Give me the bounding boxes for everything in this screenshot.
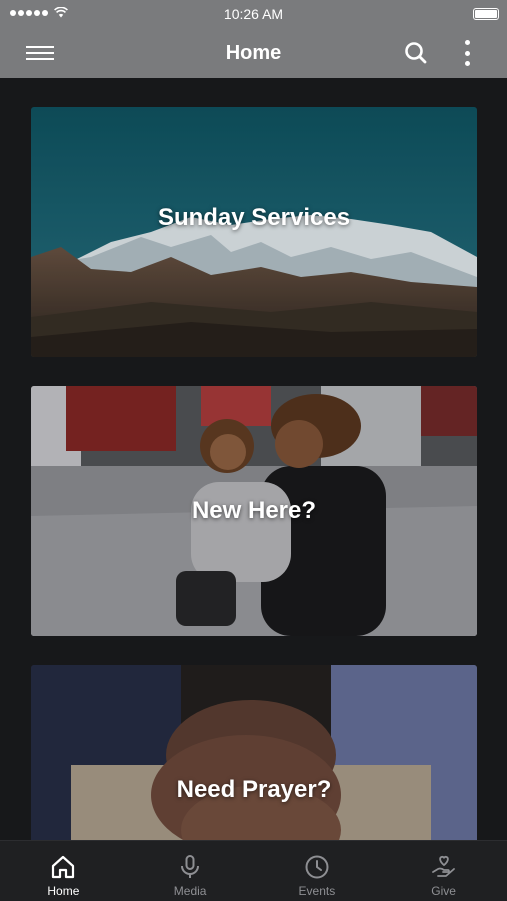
tab-media[interactable]: Media [127, 841, 254, 901]
mountain-image [31, 107, 477, 357]
card-new-here[interactable]: New Here? [31, 386, 477, 636]
tab-label: Home [47, 884, 80, 898]
status-time: 10:26 AM [223, 6, 284, 22]
card-title: Need Prayer? [176, 776, 332, 803]
signal-wifi-group [10, 7, 68, 18]
home-icon [52, 855, 75, 879]
signal-strength-icon [10, 9, 48, 16]
tab-label: Media [173, 884, 207, 898]
give-hand-heart-icon [431, 855, 455, 877]
tab-label: Give [431, 884, 456, 898]
page-title: Home [225, 41, 282, 64]
top-nav-bar: Home [0, 28, 507, 78]
tab-give[interactable]: Give [380, 841, 507, 901]
card-sunday-services[interactable]: Sunday Services [31, 107, 477, 357]
more-options-icon[interactable] [455, 40, 479, 66]
battery-icon [473, 8, 499, 20]
status-bar: 10:26 AM [0, 0, 507, 28]
card-title: New Here? [191, 497, 317, 524]
clock-icon [305, 855, 329, 879]
home-feed: Sunday Services New Here? Need Prayer? [0, 78, 507, 840]
praying-hands-image [31, 665, 477, 840]
card-title: Sunday Services [157, 204, 351, 231]
tab-events[interactable]: Events [254, 841, 381, 901]
wifi-icon [54, 7, 68, 18]
hamburger-menu-button[interactable] [26, 42, 54, 64]
search-icon[interactable] [403, 40, 429, 66]
microphone-icon [181, 855, 200, 878]
tab-home[interactable]: Home [0, 841, 127, 901]
tab-label: Events [298, 884, 336, 898]
card-need-prayer[interactable]: Need Prayer? [31, 665, 477, 840]
bottom-tab-bar: Home Media Events Give [0, 840, 507, 901]
